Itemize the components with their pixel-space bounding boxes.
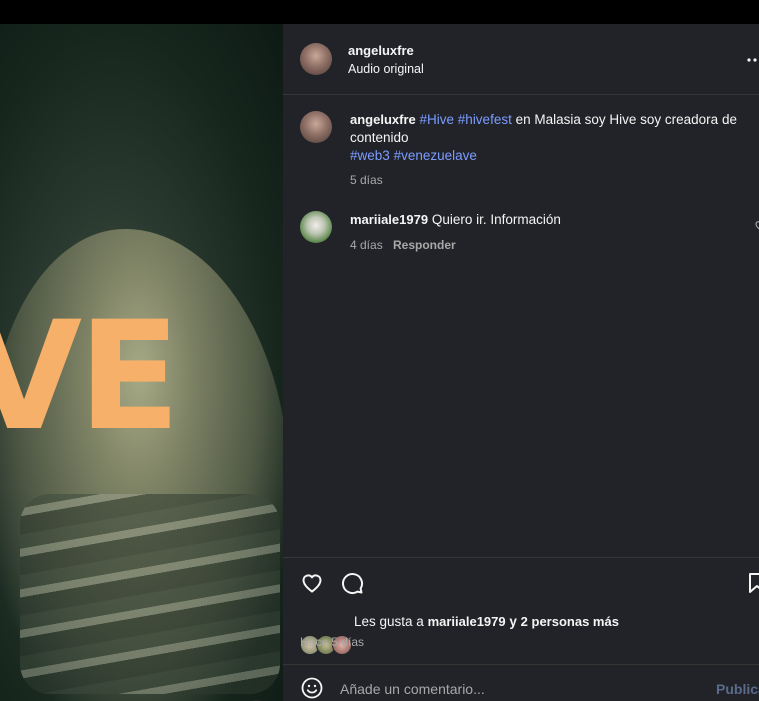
post-side-panel: angeluxfre Audio original angeluxfre #Hi… xyxy=(283,24,759,701)
heart-icon[interactable] xyxy=(300,571,324,595)
hashtag-link[interactable]: #venezuelave xyxy=(394,148,477,163)
caption-text: angeluxfre #Hive #hivefest en Malasia so… xyxy=(350,111,755,165)
likes-summary: Les gusta a mariiale1979 y 2 personas má… xyxy=(354,614,619,629)
more-horizontal-icon[interactable] xyxy=(747,57,759,63)
hashtag-link[interactable]: #hivefest xyxy=(458,112,512,127)
caption-avatar[interactable] xyxy=(300,111,332,143)
comment-time[interactable]: 4 días xyxy=(350,238,383,252)
commenter-username[interactable]: mariiale1979 xyxy=(350,212,428,227)
actions-divider xyxy=(283,557,759,558)
emoji-icon[interactable] xyxy=(300,676,324,700)
comment-body: Quiero ir. Información xyxy=(431,212,561,227)
commenter-avatar[interactable] xyxy=(300,211,332,243)
input-divider xyxy=(283,664,759,665)
comment-input[interactable]: Añade un comentario... xyxy=(340,681,485,697)
post-media-video[interactable]: VE xyxy=(0,24,283,701)
audio-label[interactable]: Audio original xyxy=(348,62,424,76)
author-avatar[interactable] xyxy=(300,43,332,75)
post-time[interactable]: Hace 5 días xyxy=(300,635,364,649)
bookmark-icon[interactable] xyxy=(745,571,759,595)
hashtag-link[interactable]: #web3 xyxy=(350,148,390,163)
caption-username[interactable]: angeluxfre xyxy=(350,112,416,127)
video-overlay-text: VE xyxy=(0,290,181,464)
top-bar xyxy=(0,0,759,24)
likes-connector: y xyxy=(505,614,521,629)
likes-others-link[interactable]: 2 personas más xyxy=(521,614,619,629)
author-username[interactable]: angeluxfre xyxy=(348,43,414,58)
reply-button[interactable]: Responder xyxy=(393,238,456,252)
header-divider xyxy=(283,94,759,95)
hashtag-link[interactable]: #Hive xyxy=(420,112,455,127)
comment-text: mariiale1979 Quiero ir. Información xyxy=(350,212,561,227)
caption-time[interactable]: 5 días xyxy=(350,173,383,187)
comment-like-heart-icon[interactable] xyxy=(754,219,759,231)
comment-bubble-icon[interactable] xyxy=(340,571,364,595)
publish-button[interactable]: Publicar xyxy=(716,681,759,697)
liker-username[interactable]: mariiale1979 xyxy=(428,614,506,629)
likes-prefix: Les gusta a xyxy=(354,614,428,629)
video-sweater xyxy=(20,494,280,694)
